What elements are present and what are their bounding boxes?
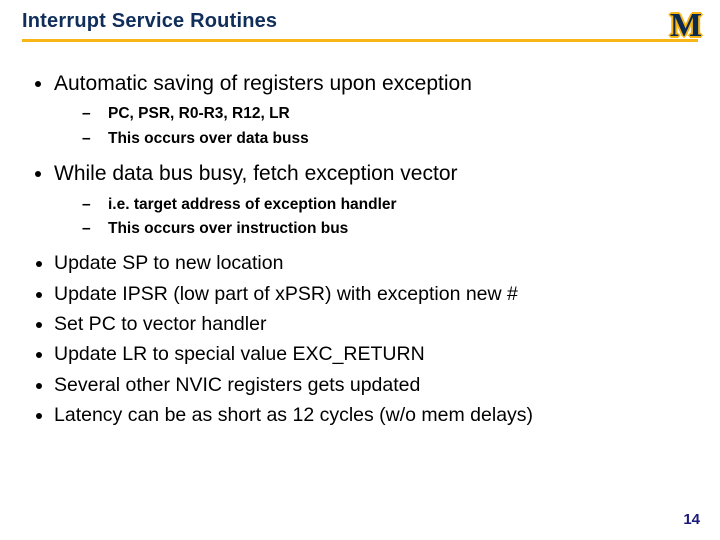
bullet-item: Update LR to special value EXC_RETURN (54, 341, 698, 367)
bullet-list: Automatic saving of registers upon excep… (28, 70, 698, 428)
bullet-item: Set PC to vector handler (54, 311, 698, 337)
sub-bullet-item: This occurs over data buss (82, 129, 698, 150)
bullet-item: Several other NVIC registers gets update… (54, 372, 698, 398)
logo-m-icon: M (670, 10, 698, 42)
bullet-item: Automatic saving of registers upon excep… (54, 70, 698, 150)
sub-bullet-list: PC, PSR, R0-R3, R12, LR This occurs over… (54, 104, 698, 150)
page-number: 14 (683, 511, 700, 528)
slide-title: Interrupt Service Routines (22, 10, 698, 33)
bullet-item: Update SP to new location (54, 250, 698, 276)
bullet-item: Update IPSR (low part of xPSR) with exce… (54, 281, 698, 307)
bullet-text: While data bus busy, fetch exception vec… (54, 162, 458, 185)
sub-bullet-list: i.e. target address of exception handler… (54, 195, 698, 241)
bullet-item: While data bus busy, fetch exception vec… (54, 160, 698, 240)
slide-content: Automatic saving of registers upon excep… (22, 70, 698, 428)
title-underline (22, 39, 698, 42)
bullet-item: Latency can be as short as 12 cycles (w/… (54, 402, 698, 428)
umich-logo: M (670, 10, 698, 42)
bullet-text: Automatic saving of registers upon excep… (54, 72, 472, 95)
sub-bullet-item: This occurs over instruction bus (82, 219, 698, 240)
sub-bullet-item: i.e. target address of exception handler (82, 195, 698, 216)
sub-bullet-item: PC, PSR, R0-R3, R12, LR (82, 104, 698, 125)
slide: M Interrupt Service Routines Automatic s… (0, 0, 720, 540)
